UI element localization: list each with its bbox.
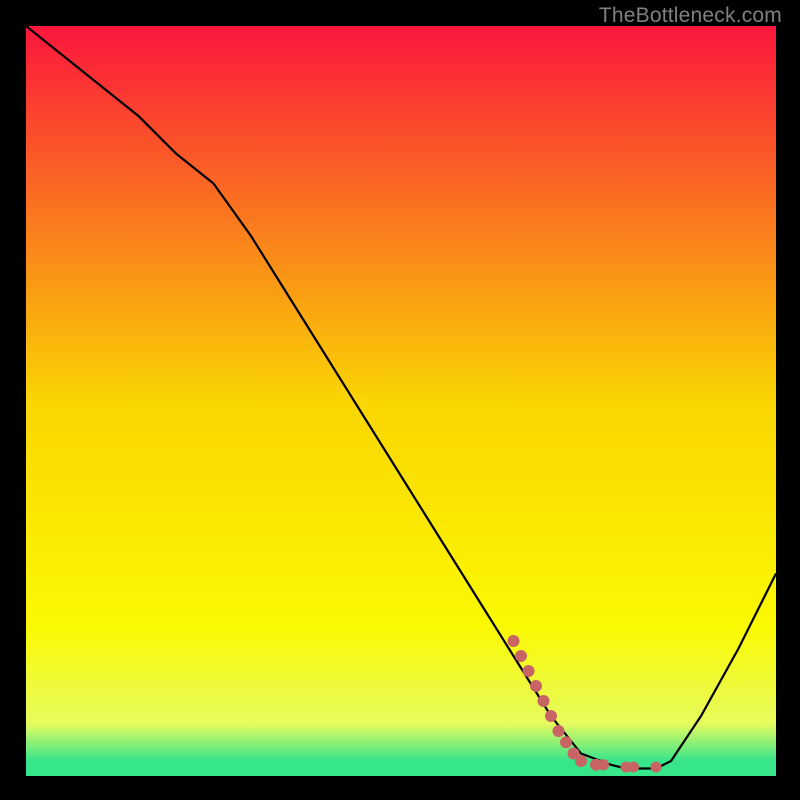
chart-svg xyxy=(26,26,776,776)
marker-dot xyxy=(628,762,639,773)
marker-dot xyxy=(651,762,662,773)
watermark-text: TheBottleneck.com xyxy=(599,4,782,28)
marker-dot xyxy=(515,650,527,662)
marker-dot xyxy=(560,736,572,748)
marker-dot xyxy=(538,695,550,707)
marker-dot xyxy=(598,759,609,770)
marker-dot xyxy=(545,710,557,722)
plot-area xyxy=(26,26,776,776)
marker-dot xyxy=(530,680,542,692)
marker-dot xyxy=(508,635,520,647)
marker-dot xyxy=(523,665,535,677)
gradient-background xyxy=(26,26,776,776)
chart-stage: TheBottleneck.com xyxy=(0,0,800,800)
marker-dot xyxy=(553,725,565,737)
marker-dot xyxy=(575,755,587,767)
